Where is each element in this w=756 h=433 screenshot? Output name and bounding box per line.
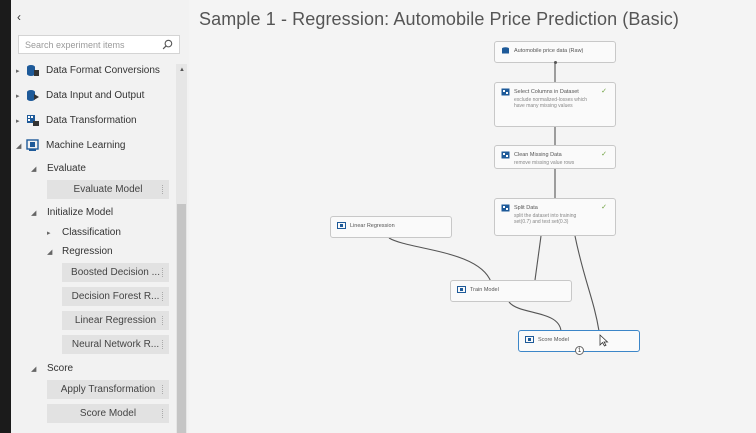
status-check-icon: ✓ bbox=[601, 88, 607, 95]
scroll-up-arrow-icon[interactable]: ▲ bbox=[179, 67, 185, 73]
module-evaluate-model[interactable]: Evaluate Model bbox=[47, 180, 169, 199]
search-input[interactable] bbox=[25, 38, 150, 51]
drag-handle[interactable] bbox=[162, 292, 164, 301]
module-neural-network[interactable]: Neural Network R... bbox=[62, 335, 169, 354]
module-icon bbox=[501, 88, 510, 96]
expand-arrow-icon[interactable]: ▸ bbox=[16, 92, 20, 100]
output-port[interactable] bbox=[554, 61, 557, 64]
group-evaluate[interactable]: ◢ Evaluate bbox=[11, 158, 171, 180]
group-label: Regression bbox=[62, 246, 113, 257]
machine-learning-icon bbox=[337, 222, 346, 229]
node-label: Automobile price data (Raw) bbox=[514, 48, 584, 54]
module-linear-regression[interactable]: Linear Regression bbox=[62, 311, 169, 330]
module-score-model[interactable]: Score Model bbox=[47, 404, 169, 423]
mouse-cursor-icon bbox=[599, 334, 609, 347]
expand-arrow-icon[interactable]: ▸ bbox=[47, 229, 51, 237]
group-initialize-model[interactable]: ◢ Initialize Model bbox=[11, 202, 171, 224]
data-io-icon bbox=[27, 90, 39, 101]
group-score[interactable]: ◢ Score bbox=[11, 358, 171, 380]
module-label: Linear Regression bbox=[74, 315, 157, 326]
category-label: Machine Learning bbox=[46, 140, 126, 151]
node-score-model[interactable]: Score Model 1 bbox=[518, 330, 640, 355]
search-box[interactable] bbox=[18, 35, 180, 54]
collapse-arrow-icon[interactable]: ◢ bbox=[31, 209, 36, 217]
drag-handle[interactable] bbox=[162, 185, 164, 194]
palette-scrollbar[interactable]: ▲ bbox=[176, 64, 187, 433]
node-description: exclude normalized-losses which have man… bbox=[514, 97, 588, 109]
module-label: Apply Transformation bbox=[60, 384, 156, 395]
machine-learning-icon bbox=[26, 139, 39, 151]
node-description: remove missing value rows bbox=[514, 160, 575, 166]
drag-handle[interactable] bbox=[162, 340, 164, 349]
drag-handle[interactable] bbox=[162, 268, 164, 277]
group-regression[interactable]: ◢ Regression bbox=[11, 241, 171, 263]
module-icon bbox=[501, 151, 510, 159]
category-label: Data Format Conversions bbox=[46, 65, 160, 76]
module-label: Neural Network R... bbox=[71, 339, 160, 350]
collapse-arrow-icon[interactable]: ◢ bbox=[31, 165, 36, 173]
node-select-columns[interactable]: Select Columns in Dataset exclude normal… bbox=[494, 82, 616, 127]
module-label: Score Model bbox=[79, 408, 137, 419]
collapse-arrow-icon[interactable]: ◢ bbox=[31, 365, 36, 373]
node-label: Split Data bbox=[514, 205, 538, 211]
node-label: Score Model bbox=[538, 337, 569, 343]
search-icon[interactable] bbox=[162, 39, 173, 50]
drag-handle[interactable] bbox=[162, 316, 164, 325]
module-apply-transformation[interactable]: Apply Transformation bbox=[47, 380, 169, 399]
dataset-icon bbox=[502, 47, 509, 54]
data-transformation-icon bbox=[27, 115, 39, 126]
drag-handle[interactable] bbox=[162, 385, 164, 394]
collapse-palette-icon[interactable]: ‹ bbox=[17, 10, 21, 24]
node-label: Linear Regression bbox=[350, 223, 395, 229]
category-label: Data Input and Output bbox=[46, 90, 145, 101]
module-label: Boosted Decision ... bbox=[71, 267, 160, 278]
collapse-arrow-icon[interactable]: ◢ bbox=[47, 248, 52, 256]
module-decision-forest[interactable]: Decision Forest R... bbox=[62, 287, 169, 306]
module-label: Decision Forest R... bbox=[71, 291, 160, 302]
group-label: Score bbox=[47, 363, 74, 374]
drag-handle[interactable] bbox=[162, 409, 164, 418]
node-split-data[interactable]: Split Data split the dataset into traini… bbox=[494, 198, 616, 236]
node-description: split the dataset into training set(0.7)… bbox=[514, 213, 577, 225]
expand-arrow-icon[interactable]: ▸ bbox=[16, 117, 20, 125]
app-frame: ‹ ▸ Data Format Conversions ▸ bbox=[0, 0, 756, 433]
node-clean-missing-data[interactable]: Clean Missing Data remove missing value … bbox=[494, 145, 616, 169]
node-train-model[interactable]: Train Model bbox=[450, 280, 572, 302]
collapse-arrow-icon[interactable]: ◢ bbox=[16, 142, 21, 150]
node-label: Clean Missing Data bbox=[514, 152, 562, 158]
module-label: Evaluate Model bbox=[73, 184, 143, 195]
node-label: Train Model bbox=[470, 287, 499, 293]
category-label: Data Transformation bbox=[46, 115, 137, 126]
module-boosted-decision-tree[interactable]: Boosted Decision ... bbox=[62, 263, 169, 282]
category-data-input-output[interactable]: ▸ Data Input and Output bbox=[11, 85, 171, 107]
connection-wires bbox=[388, 63, 600, 332]
category-data-format-conversions[interactable]: ▸ Data Format Conversions bbox=[11, 60, 171, 82]
machine-learning-icon bbox=[457, 286, 466, 293]
machine-learning-icon bbox=[525, 336, 534, 343]
category-data-transformation[interactable]: ▸ Data Transformation bbox=[11, 110, 171, 132]
node-automobile-price-data[interactable]: Automobile price data (Raw) bbox=[494, 41, 616, 64]
status-check-icon: ✓ bbox=[601, 151, 607, 158]
status-check-icon: ✓ bbox=[601, 204, 607, 211]
scrollbar-thumb[interactable] bbox=[177, 204, 186, 433]
module-icon bbox=[501, 204, 510, 212]
data-format-icon bbox=[27, 65, 39, 76]
group-label: Classification bbox=[62, 227, 121, 238]
module-palette: ‹ ▸ Data Format Conversions ▸ bbox=[11, 0, 190, 433]
group-label: Evaluate bbox=[47, 163, 86, 174]
experiment-canvas[interactable]: Sample 1 - Regression: Automobile Price … bbox=[189, 0, 756, 433]
expand-arrow-icon[interactable]: ▸ bbox=[16, 67, 20, 75]
node-linear-regression[interactable]: Linear Regression bbox=[330, 216, 452, 238]
category-machine-learning[interactable]: ◢ Machine Learning bbox=[11, 135, 171, 157]
node-label: Select Columns in Dataset bbox=[514, 89, 579, 95]
output-port[interactable]: 1 bbox=[575, 346, 584, 355]
group-label: Initialize Model bbox=[47, 207, 114, 218]
